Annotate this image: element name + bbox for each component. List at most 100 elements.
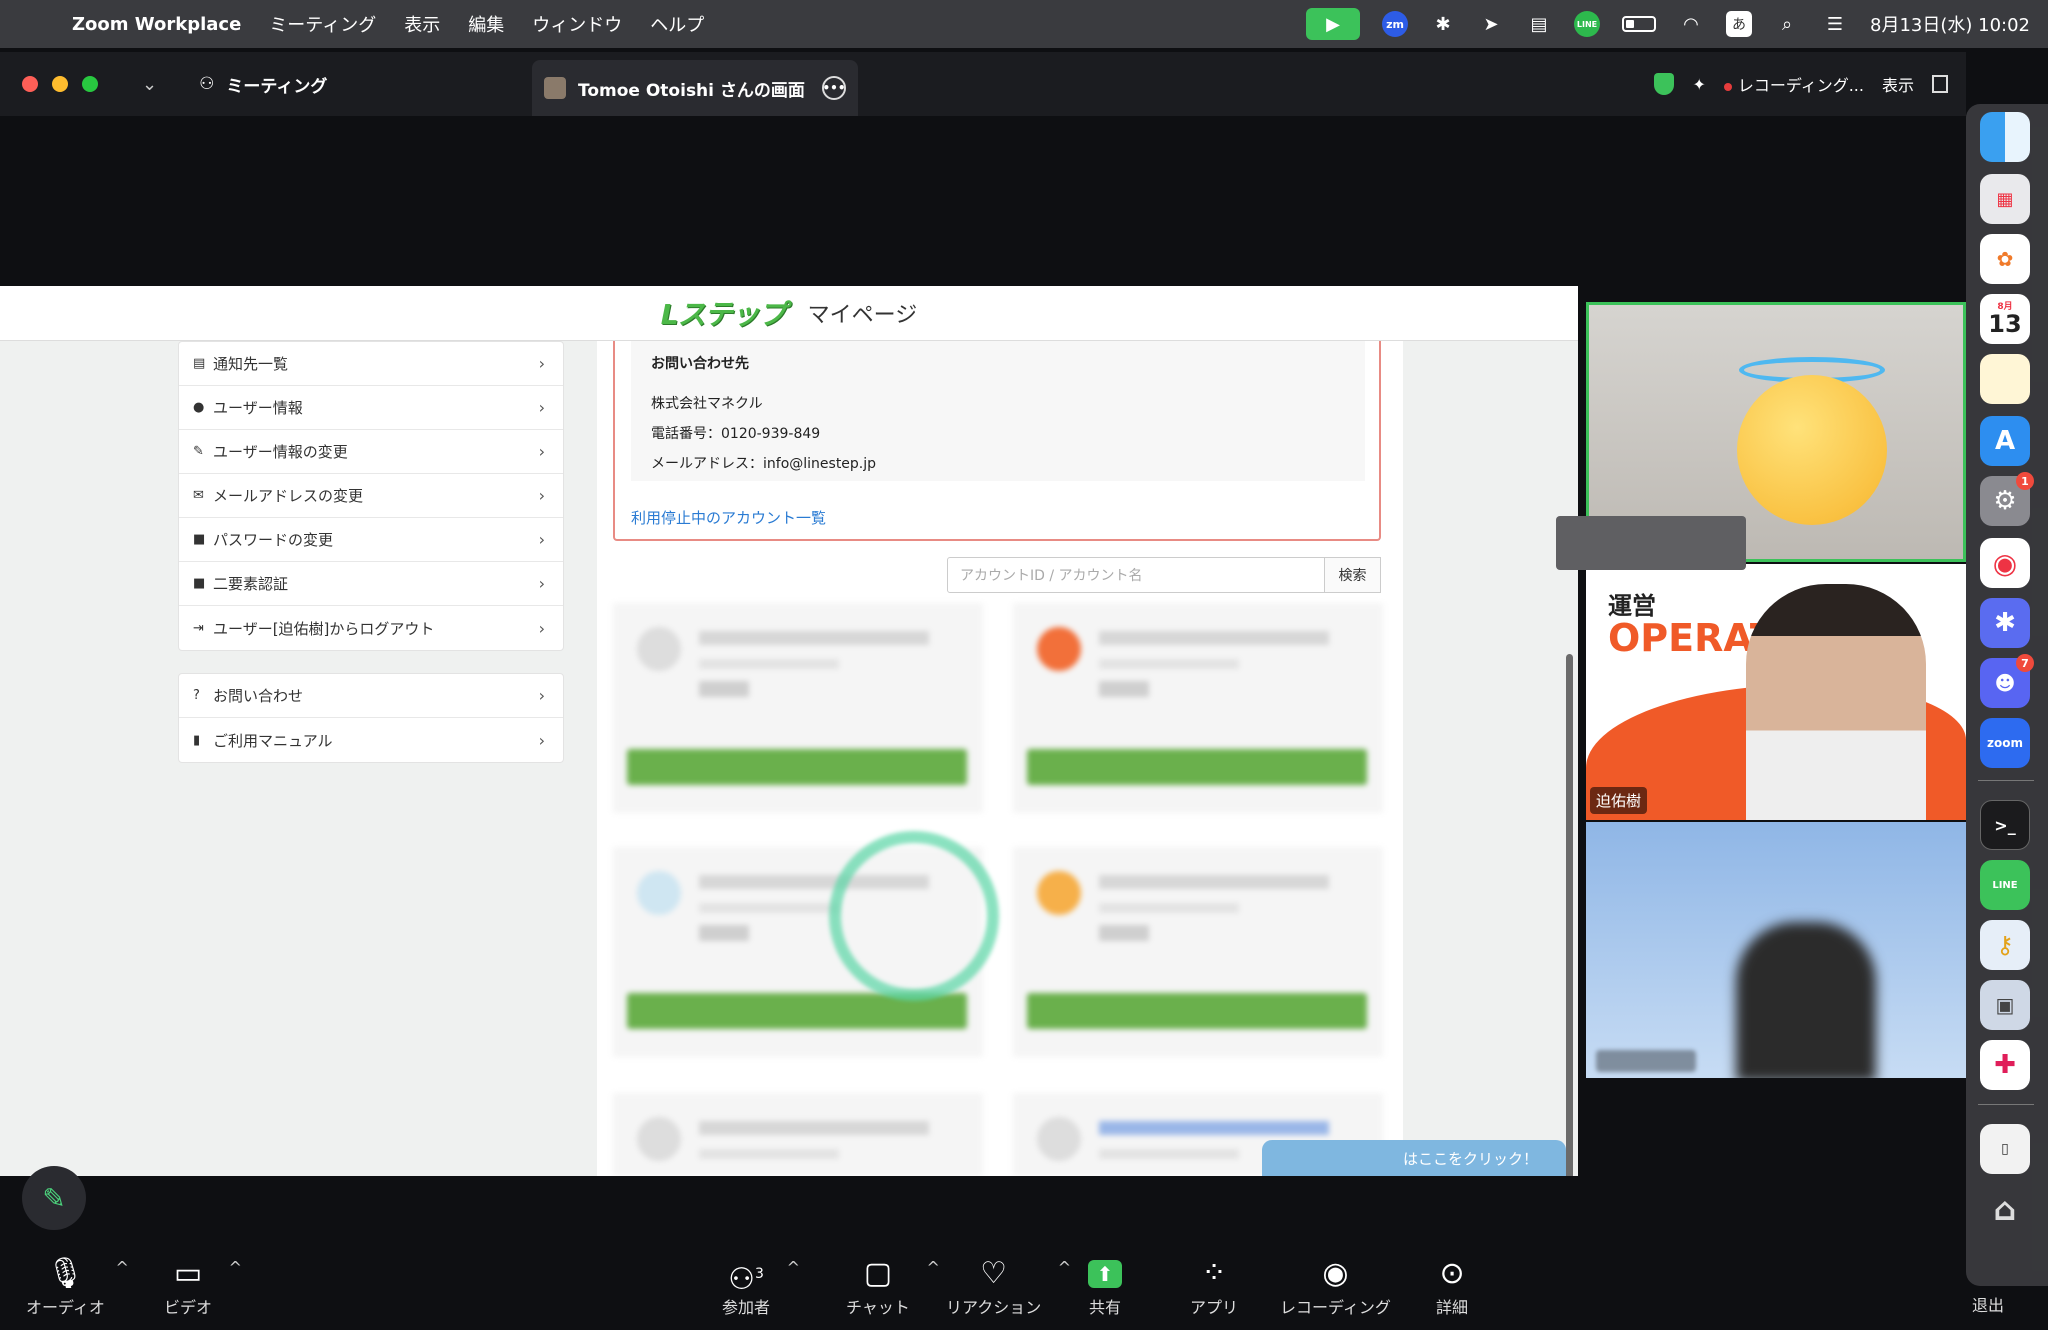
control-center-icon[interactable]: ☰ bbox=[1822, 11, 1848, 37]
account-search-input[interactable]: アカウントID / アカウント名 bbox=[947, 557, 1325, 593]
zoom-window-button[interactable] bbox=[82, 76, 98, 92]
line-status-icon[interactable]: LINE bbox=[1574, 11, 1600, 37]
chevron-right-icon: › bbox=[538, 398, 545, 417]
video-tile-participant[interactable]: 運営 OPERATO 迫佑樹 bbox=[1586, 564, 1966, 820]
tab-shared-screen[interactable]: Tomoe Otoishi さんの画面 ••• bbox=[532, 60, 858, 116]
account-card[interactable] bbox=[1013, 603, 1383, 813]
account-open-button[interactable] bbox=[627, 749, 967, 785]
chat-button[interactable]: ▢ チャット ^ bbox=[846, 1254, 940, 1318]
annotate-pencil-icon[interactable]: ✎ bbox=[22, 1166, 86, 1230]
close-window-button[interactable] bbox=[22, 76, 38, 92]
trash-icon[interactable]: ⌂ bbox=[1980, 1184, 2030, 1234]
security-shield-icon[interactable] bbox=[1654, 73, 1675, 95]
account-badge bbox=[1099, 681, 1149, 697]
reaction-button[interactable]: ♡ リアクション ^ bbox=[946, 1254, 1071, 1318]
chevron-down-icon[interactable]: ⌄ bbox=[142, 74, 157, 95]
account-card[interactable] bbox=[1013, 847, 1383, 1057]
audio-options-caret-icon[interactable]: ^ bbox=[115, 1258, 128, 1277]
audio-button[interactable]: 🎙 オーディオ ^ bbox=[26, 1254, 129, 1318]
terminal-icon[interactable]: >_ bbox=[1980, 800, 2030, 850]
account-card[interactable] bbox=[613, 1093, 983, 1176]
system-settings-icon[interactable]: ⚙ 1 bbox=[1980, 472, 2034, 526]
menu-row-2[interactable]: ● ユーザー情報 › bbox=[179, 386, 563, 430]
account-name bbox=[699, 631, 929, 645]
wifi-icon[interactable]: ◠ bbox=[1678, 11, 1704, 37]
account-badge bbox=[699, 925, 749, 941]
chat-options-caret-icon[interactable]: ^ bbox=[926, 1258, 939, 1277]
clock[interactable]: 8月13日(水) 10:02 bbox=[1870, 11, 2030, 37]
cursor-status-icon[interactable]: ➤ bbox=[1478, 11, 1504, 37]
participants-button[interactable]: ⚇3 参加者 ^ bbox=[722, 1254, 800, 1318]
video-tile-participant[interactable] bbox=[1586, 822, 1966, 1078]
apps-button[interactable]: ⁘ アプリ bbox=[1190, 1254, 1238, 1318]
zoom-status-icon[interactable]: zm bbox=[1382, 11, 1408, 37]
clipboard-status-icon[interactable]: ▤ bbox=[1526, 11, 1552, 37]
menu-help[interactable]: ヘルプ bbox=[650, 11, 704, 37]
account-open-button[interactable] bbox=[1027, 993, 1367, 1029]
chat-support-banner[interactable]: はここをクリック！ bbox=[1262, 1140, 1566, 1176]
asterisk-app-icon[interactable]: ✱ bbox=[1980, 598, 2030, 648]
view-layout-icon[interactable] bbox=[1932, 75, 1948, 93]
participants-options-caret-icon[interactable]: ^ bbox=[787, 1258, 800, 1277]
account-id bbox=[1099, 903, 1239, 913]
discord-icon[interactable]: ☻ 7 bbox=[1980, 654, 2034, 708]
search-button[interactable]: 検索 bbox=[1325, 557, 1381, 593]
launchpad-icon[interactable]: ▦ bbox=[1980, 174, 2030, 224]
reaction-options-caret-icon[interactable]: ^ bbox=[1058, 1258, 1071, 1277]
video-options-caret-icon[interactable]: ^ bbox=[229, 1258, 242, 1277]
menu-row-4[interactable]: ✉ メールアドレスの変更 › bbox=[179, 474, 563, 518]
menu-row-5[interactable]: ■ パスワードの変更 › bbox=[179, 518, 563, 562]
status-area: ▶ zm ✱ ➤ ▤ LINE ◠ あ ⌕ ☰ 8月13日(水) 10:02 bbox=[1306, 0, 2030, 48]
keychain-icon[interactable]: ⚷ bbox=[1980, 920, 2030, 970]
input-method-icon[interactable]: あ bbox=[1726, 11, 1752, 37]
menu-row-1[interactable]: ? お問い合わせ › bbox=[179, 674, 563, 718]
zoom-app-icon[interactable]: zoom bbox=[1980, 718, 2030, 768]
minimize-window-button[interactable] bbox=[52, 76, 68, 92]
shared-screen-scrollbar[interactable] bbox=[1566, 654, 1573, 1176]
spotlight-search-icon[interactable]: ⌕ bbox=[1774, 11, 1800, 37]
account-open-button[interactable] bbox=[1027, 749, 1367, 785]
menu-meeting[interactable]: ミーティング bbox=[269, 11, 376, 37]
recording-button[interactable]: ◉ レコーディング bbox=[1280, 1254, 1391, 1318]
macos-menubar: Zoom Workplace ミーティング 表示 編集 ウィンドウ ヘルプ ▶ … bbox=[0, 0, 2048, 48]
menu-edit[interactable]: 編集 bbox=[468, 11, 504, 37]
slack-icon[interactable]: ✚ bbox=[1980, 1040, 2030, 1090]
photos-icon[interactable]: ✿ bbox=[1980, 234, 2030, 284]
sparkle-icon[interactable]: ✦ bbox=[1692, 75, 1705, 94]
video-gallery: 運営 OPERATO 迫佑樹 bbox=[1586, 302, 1966, 1082]
calendar-icon[interactable]: 8月 13 bbox=[1980, 294, 2030, 344]
video-button[interactable]: ▭ ビデオ ^ bbox=[164, 1254, 242, 1318]
menu-row-7[interactable]: ⇥ ユーザー[迫佑樹]からログアウト › bbox=[179, 606, 563, 650]
app-menu[interactable]: Zoom Workplace bbox=[72, 14, 241, 35]
gear-status-icon[interactable]: ✱ bbox=[1430, 11, 1456, 37]
more-icon: ⊙ bbox=[1439, 1256, 1465, 1291]
finder-icon[interactable] bbox=[1980, 112, 2030, 162]
participant-name-label bbox=[1596, 1050, 1696, 1072]
menu-row-3[interactable]: ✎ ユーザー情報の変更 › bbox=[179, 430, 563, 474]
preview-icon[interactable]: ▣ bbox=[1980, 980, 2030, 1030]
share-button[interactable]: ⬆ 共有 bbox=[1088, 1254, 1122, 1318]
menu-row-6[interactable]: ■ 二要素認証 › bbox=[179, 562, 563, 606]
battery-icon[interactable] bbox=[1622, 16, 1656, 32]
menu-view[interactable]: 表示 bbox=[404, 11, 440, 37]
leave-meeting-button[interactable]: 退出 bbox=[1972, 1292, 2004, 1316]
app-store-icon[interactable]: A bbox=[1980, 416, 2030, 466]
more-button[interactable]: ⊙ 詳細 bbox=[1436, 1254, 1468, 1318]
recording-indicator[interactable]: レコーディング... bbox=[1723, 72, 1864, 96]
menu-window[interactable]: ウィンドウ bbox=[532, 11, 622, 37]
camera-indicator-icon[interactable]: ▶ bbox=[1306, 8, 1360, 40]
account-card[interactable] bbox=[613, 603, 983, 813]
chrome-icon[interactable]: ◉ bbox=[1980, 538, 2030, 588]
png-file-icon[interactable]: ▯ bbox=[1980, 1124, 2030, 1174]
suspended-accounts-link[interactable]: 利用停止中のアカウント一覧 bbox=[631, 507, 826, 528]
line-app-icon[interactable]: LINE bbox=[1980, 860, 2030, 910]
more-options-icon[interactable]: ••• bbox=[822, 76, 846, 100]
menu-row-1[interactable]: ▤ 通知先一覧 › bbox=[179, 342, 563, 386]
view-menu[interactable]: 表示 bbox=[1882, 72, 1914, 96]
recording-label: レコーディング bbox=[1280, 1298, 1391, 1317]
menu-row-2[interactable]: ▮ ご利用マニュアル › bbox=[179, 718, 563, 762]
recording-label: レコーディング... bbox=[1737, 76, 1864, 95]
calendar-day: 13 bbox=[1988, 309, 2022, 338]
tab-meeting[interactable]: ⚇ ミーティング bbox=[199, 72, 327, 97]
notes-icon[interactable] bbox=[1980, 354, 2030, 404]
